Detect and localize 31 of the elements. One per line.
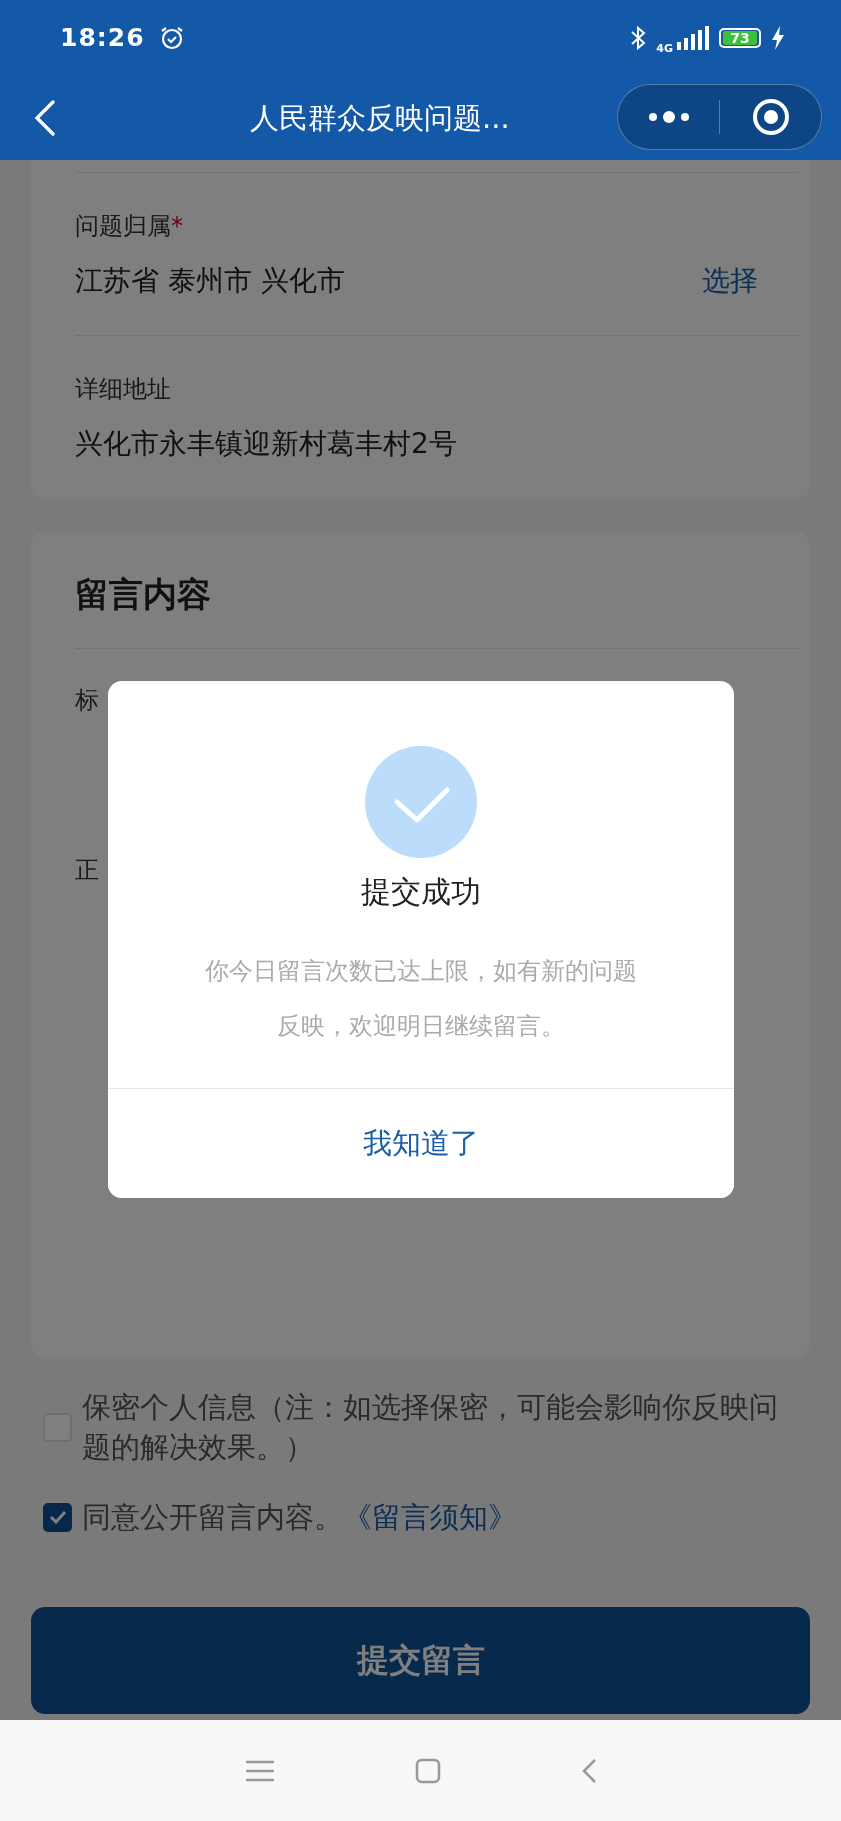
back-nav-button[interactable] xyxy=(580,1757,597,1784)
signal-icon xyxy=(675,25,709,50)
dialog-message: 你今日留言次数已达上限，如有新的问题反映，欢迎明日继续留言。 xyxy=(204,956,638,1042)
home-button[interactable] xyxy=(414,1757,441,1784)
option-text: 同意公开留言内容。《留言须知》 xyxy=(82,1499,517,1536)
submit-button[interactable]: 提交留言 xyxy=(31,1607,810,1714)
section-title: 留言内容 xyxy=(75,572,798,649)
select-link[interactable]: 选择 xyxy=(702,261,758,301)
field-label: 正 xyxy=(75,856,99,884)
bluetooth-icon xyxy=(630,24,647,51)
battery-level: 73 xyxy=(719,27,761,48)
field-label: 问题归属* xyxy=(75,211,184,242)
page-title: 人民群众反映问题... xyxy=(250,99,511,137)
option-text: 保密个人信息（注：如选择保密，可能会影响你反映问题的解决效果。） xyxy=(82,1389,779,1466)
dialog-title: 提交成功 xyxy=(360,873,482,911)
network-type: 4G xyxy=(656,42,673,55)
checkmark-icon xyxy=(365,746,477,858)
dots-icon xyxy=(646,110,691,124)
notice-link[interactable]: 《留言须知》 xyxy=(343,1500,517,1534)
target-icon xyxy=(751,98,790,136)
field-label: 标 xyxy=(75,686,99,714)
field-label: 详细地址 xyxy=(75,374,172,405)
menu-button[interactable] xyxy=(244,1759,275,1782)
confirm-button[interactable]: 我知道了 xyxy=(108,1088,734,1198)
check-icon xyxy=(48,1510,67,1524)
checkbox[interactable] xyxy=(43,1502,72,1532)
charging-icon xyxy=(771,25,785,50)
field-value: 江苏省 泰州市 兴化市 xyxy=(75,263,345,299)
back-button[interactable] xyxy=(34,98,56,137)
clock-time: 18:26 xyxy=(60,23,145,52)
field-value: 兴化市永丰镇迎新村葛丰村2号 xyxy=(75,426,457,462)
